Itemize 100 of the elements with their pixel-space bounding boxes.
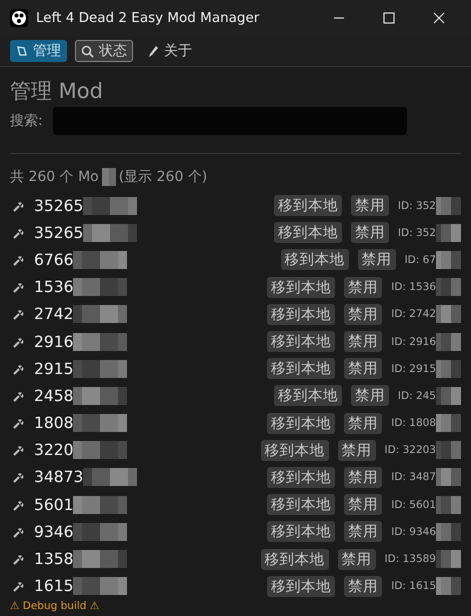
mod-id: ID: 2915 bbox=[391, 362, 436, 375]
move-to-local-button[interactable]: 移到本地 bbox=[267, 304, 336, 325]
disable-button[interactable]: 禁用 bbox=[344, 412, 382, 434]
move-to-local-button[interactable]: 移到本地 bbox=[267, 358, 336, 380]
disable-button[interactable]: 禁用 bbox=[338, 440, 376, 461]
wrench-icon bbox=[12, 308, 24, 320]
move-to-local-button[interactable]: 移到本地 bbox=[267, 466, 336, 488]
mod-id: ID: 245 bbox=[398, 390, 436, 402]
move-to-local-button[interactable]: 移到本地 bbox=[260, 440, 329, 461]
wrench-icon bbox=[12, 498, 24, 511]
page-heading: 管理 Mod bbox=[10, 78, 104, 105]
redaction-mosaic bbox=[73, 414, 128, 432]
disable-button[interactable]: 禁用 bbox=[344, 466, 382, 488]
move-to-local-button[interactable]: 移到本地 bbox=[267, 412, 336, 434]
nav-tab[interactable]: 关于 bbox=[141, 40, 198, 62]
mod-count-text: 共 260 个 Mo bbox=[10, 168, 99, 186]
redaction-mosaic bbox=[73, 496, 128, 514]
mod-name: 1536 bbox=[34, 278, 74, 296]
maximize-icon[interactable] bbox=[383, 12, 395, 24]
redaction-mosaic bbox=[436, 196, 461, 215]
mod-id: ID: 352 bbox=[398, 226, 436, 239]
redaction-mosaic bbox=[73, 332, 128, 351]
disable-button[interactable]: 禁用 bbox=[344, 331, 382, 352]
mod-name: 1808 bbox=[34, 414, 74, 432]
redaction-mosaic bbox=[102, 168, 116, 186]
mod-id: ID: 1615 bbox=[391, 580, 436, 592]
move-to-local-button[interactable]: 移到本地 bbox=[267, 576, 336, 597]
mod-name: 2916 bbox=[34, 332, 74, 351]
redaction-mosaic bbox=[73, 441, 128, 460]
move-to-local-button[interactable]: 移到本地 bbox=[267, 521, 336, 542]
disable-button[interactable]: 禁用 bbox=[344, 276, 382, 298]
mod-name: 35265 bbox=[34, 196, 84, 215]
mod-id: ID: 67 bbox=[404, 254, 436, 266]
redaction-mosaic bbox=[73, 278, 128, 296]
wrench-icon bbox=[12, 471, 24, 484]
move-to-local-button[interactable]: 移到本地 bbox=[274, 195, 342, 216]
mod-id: ID: 9346 bbox=[391, 526, 436, 538]
redaction-mosaic bbox=[436, 441, 461, 460]
mod-name: 35265 bbox=[34, 224, 84, 242]
wrench-icon bbox=[12, 336, 24, 348]
window-title: Left 4 Dead 2 Easy Mod Manager bbox=[36, 10, 260, 26]
move-to-local-button[interactable]: 移到本地 bbox=[274, 385, 342, 406]
mod-name: 9346 bbox=[34, 522, 74, 541]
redaction-mosaic bbox=[436, 414, 461, 432]
mod-id: ID: 352 bbox=[398, 200, 436, 212]
mod-id: ID: 32203 bbox=[384, 444, 436, 456]
redaction-mosaic bbox=[83, 468, 138, 486]
close-icon[interactable] bbox=[433, 12, 445, 24]
move-to-local-button[interactable]: 移到本地 bbox=[267, 494, 336, 516]
shown-count-text: (显示 260 个) bbox=[118, 168, 208, 186]
mod-name: 34873 bbox=[34, 468, 84, 486]
search-label: 搜索: bbox=[10, 112, 43, 130]
redaction-mosaic bbox=[73, 360, 128, 378]
nav-tab[interactable]: 管理 bbox=[10, 40, 67, 62]
redaction-mosaic bbox=[436, 332, 461, 351]
mod-id: ID: 1536 bbox=[391, 281, 436, 294]
redaction-mosaic bbox=[436, 386, 461, 405]
move-to-local-button[interactable]: 移到本地 bbox=[267, 331, 336, 352]
mod-name: 2742 bbox=[34, 305, 74, 324]
move-to-local-button[interactable]: 移到本地 bbox=[267, 276, 336, 298]
redaction-mosaic bbox=[436, 224, 461, 242]
redaction-mosaic bbox=[436, 550, 461, 568]
app-logo-icon bbox=[10, 9, 28, 27]
disable-button[interactable]: 禁用 bbox=[350, 385, 389, 406]
redaction-mosaic bbox=[73, 577, 128, 596]
mod-name: 6766 bbox=[34, 250, 74, 269]
wrench-icon bbox=[12, 553, 24, 566]
disable-button[interactable]: 禁用 bbox=[344, 521, 382, 542]
wrench-icon bbox=[12, 390, 24, 402]
redaction-mosaic bbox=[436, 250, 461, 269]
move-to-local-button[interactable]: 移到本地 bbox=[260, 548, 329, 570]
debug-build-warning: ⚠ Debug build ⚠ bbox=[10, 600, 100, 612]
wrench-icon bbox=[12, 281, 24, 294]
wrench-icon bbox=[12, 200, 24, 212]
disable-button[interactable]: 禁用 bbox=[344, 358, 382, 380]
redaction-mosaic bbox=[436, 496, 461, 514]
wrench-icon bbox=[12, 526, 24, 538]
redaction-mosaic bbox=[436, 468, 461, 486]
mod-name: 2458 bbox=[34, 386, 74, 405]
folder-icon bbox=[16, 45, 28, 57]
redaction-mosaic bbox=[73, 386, 128, 405]
redaction-mosaic bbox=[73, 250, 128, 269]
mod-name: 1358 bbox=[34, 550, 74, 568]
redaction-mosaic bbox=[436, 577, 461, 596]
redaction-mosaic bbox=[83, 224, 138, 242]
disable-button[interactable]: 禁用 bbox=[350, 222, 389, 244]
move-to-local-button[interactable]: 移到本地 bbox=[280, 249, 349, 270]
nav-tab[interactable]: 状态 bbox=[75, 40, 133, 62]
mod-id: ID: 2742 bbox=[391, 308, 436, 320]
search-icon bbox=[81, 44, 94, 58]
disable-button[interactable]: 禁用 bbox=[344, 576, 382, 597]
disable-button[interactable]: 禁用 bbox=[358, 249, 396, 270]
disable-button[interactable]: 禁用 bbox=[338, 548, 376, 570]
disable-button[interactable]: 禁用 bbox=[344, 304, 382, 325]
mod-name: 2915 bbox=[34, 360, 74, 378]
mod-name: 1615 bbox=[34, 577, 74, 596]
disable-button[interactable]: 禁用 bbox=[350, 195, 389, 216]
move-to-local-button[interactable]: 移到本地 bbox=[274, 222, 342, 244]
wrench-icon bbox=[12, 580, 24, 592]
disable-button[interactable]: 禁用 bbox=[344, 494, 382, 516]
